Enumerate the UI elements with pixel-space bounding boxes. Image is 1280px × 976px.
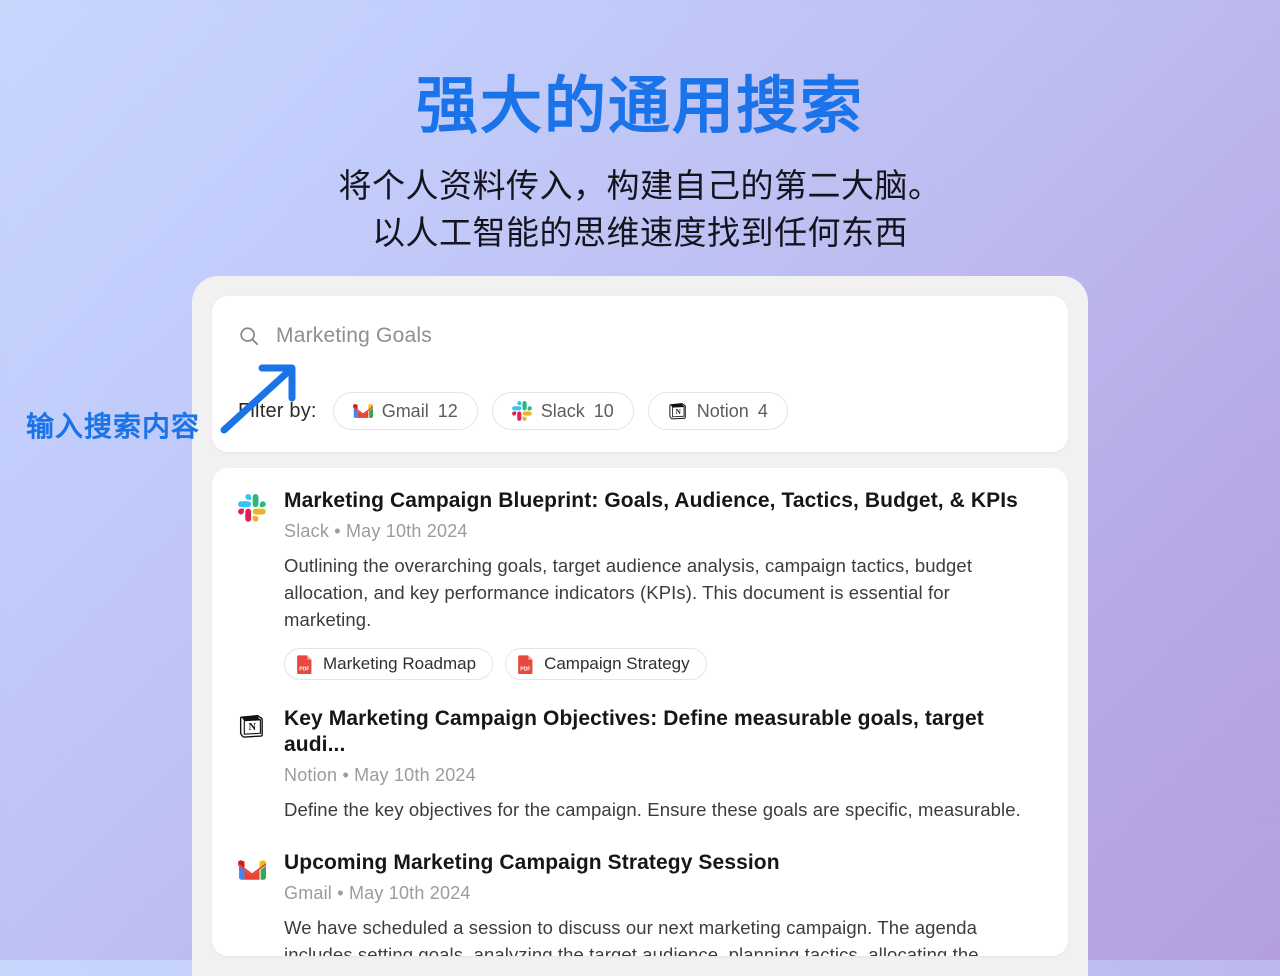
slack-icon — [238, 494, 266, 522]
filter-chip-gmail[interactable]: Gmail 12 — [332, 392, 478, 430]
filter-chip-count: 4 — [757, 400, 768, 421]
search-results-list: Marketing Campaign Blueprint: Goals, Aud… — [212, 468, 1068, 956]
search-input-row[interactable]: Marketing Goals — [238, 318, 1042, 354]
result-source: Slack — [284, 521, 330, 542]
filter-chip-label: Gmail — [381, 400, 429, 421]
search-result-item[interactable]: N Key Marketing Campaign Objectives: Def… — [238, 706, 1042, 830]
slack-icon — [511, 401, 532, 421]
result-date: May 10th 2024 — [345, 521, 468, 542]
result-date: May 10th 2024 — [354, 765, 476, 786]
result-body: Marketing Campaign Blueprint: Goals, Aud… — [284, 488, 1042, 680]
result-title[interactable]: Upcoming Marketing Campaign Strategy Ses… — [284, 850, 1042, 876]
filter-chip-slack[interactable]: Slack 10 — [491, 392, 634, 430]
hero-subtitle: 将个人资料传入，构建自己的第二大脑。 以人工智能的思维速度找到任何东西 — [0, 163, 1280, 257]
result-title[interactable]: Key Marketing Campaign Objectives: Defin… — [284, 706, 1042, 759]
result-separator: • — [342, 765, 349, 786]
result-separator: • — [334, 521, 341, 542]
search-card: Marketing Goals Filter by: Gmail 12 Slac… — [212, 296, 1068, 452]
result-body: Upcoming Marketing Campaign Strategy Ses… — [284, 850, 1042, 956]
notion-icon: N — [669, 403, 686, 420]
result-snippet: Define the key objectives for the campai… — [284, 799, 1021, 821]
filter-chip-label: Slack — [540, 400, 585, 421]
attachment-chip[interactable]: PDF Campaign Strategy — [505, 647, 707, 680]
svg-text:PDF: PDF — [520, 666, 530, 672]
result-snippet: We have scheduled a session to discuss o… — [284, 917, 995, 956]
annotation-arrow-icon — [220, 364, 296, 434]
page-title: 强大的通用搜索 — [415, 72, 864, 141]
hero-subtitle-line-2: 以人工智能的思维速度找到任何东西 — [372, 213, 908, 251]
filter-bar: Filter by: Gmail 12 Slack 10 N Notion 4 — [238, 392, 788, 430]
result-meta: Notion • May 10th 2024 — [284, 765, 1042, 786]
result-separator: • — [337, 883, 344, 904]
search-result-item[interactable]: Upcoming Marketing Campaign Strategy Ses… — [238, 850, 1042, 956]
result-attachments: PDF Marketing Roadmap PDF Campaign Strat… — [284, 647, 1042, 680]
hero-subtitle-line-1: 将个人资料传入，构建自己的第二大脑。 — [338, 166, 942, 204]
search-result-item[interactable]: Marketing Campaign Blueprint: Goals, Aud… — [238, 488, 1042, 686]
notion-icon: N — [239, 714, 263, 738]
pdf-icon: PDF — [518, 655, 533, 674]
hero-section: 强大的通用搜索 将个人资料传入，构建自己的第二大脑。 以人工智能的思维速度找到任… — [0, 0, 1280, 257]
gmail-icon — [352, 404, 373, 418]
result-date: May 10th 2024 — [348, 883, 471, 904]
search-input[interactable]: Marketing Goals — [276, 324, 432, 348]
filter-chip-count: 12 — [437, 400, 458, 421]
result-body: Key Marketing Campaign Objectives: Defin… — [284, 706, 1042, 824]
app-window-panel: Marketing Goals Filter by: Gmail 12 Slac… — [192, 276, 1088, 976]
svg-text:PDF: PDF — [299, 666, 309, 672]
gmail-icon — [238, 860, 266, 880]
svg-text:N: N — [249, 722, 257, 733]
attachment-label: Marketing Roadmap — [323, 653, 477, 673]
filter-chip-label: Notion — [696, 400, 749, 421]
filter-chip-count: 10 — [593, 400, 614, 421]
result-meta: Gmail • May 10th 2024 — [284, 883, 1042, 904]
attachment-chip[interactable]: PDF Marketing Roadmap — [284, 647, 494, 680]
result-snippet: Outlining the overarching goals, target … — [284, 555, 973, 630]
svg-text:N: N — [675, 407, 681, 416]
annotation-label: 输入搜索内容 — [26, 411, 201, 442]
search-icon — [240, 327, 259, 346]
filter-chip-notion[interactable]: N Notion 4 — [647, 392, 788, 430]
result-meta: Slack • May 10th 2024 — [284, 521, 1042, 542]
attachment-label: Campaign Strategy — [544, 653, 690, 673]
result-source: Notion — [284, 765, 338, 786]
result-source: Gmail — [284, 883, 333, 904]
result-title[interactable]: Marketing Campaign Blueprint: Goals, Aud… — [284, 488, 1042, 514]
pdf-icon: PDF — [297, 655, 312, 674]
